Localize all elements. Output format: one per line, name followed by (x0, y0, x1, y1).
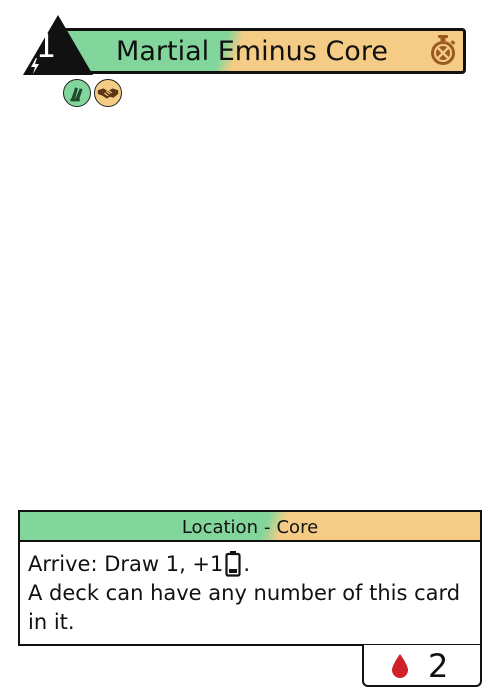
type-line: Location - Core (18, 510, 482, 542)
rules-arrive-text: Arrive: Draw 1, +1 (28, 552, 224, 576)
blood-cost-value: 2 (428, 647, 449, 685)
card-title: Martial Eminus Core (116, 35, 388, 67)
lightning-icon (31, 58, 39, 74)
card-title-bar: Martial Eminus Core (60, 28, 466, 74)
rules-line-1: Arrive: Draw 1, +1. (28, 550, 472, 579)
trait-badge-gloves (63, 79, 91, 107)
trait-badge-handshake (94, 79, 122, 107)
rules-text-box: Arrive: Draw 1, +1. A deck can have any … (18, 540, 482, 646)
blood-cost-box: 2 (362, 645, 482, 687)
gloves-icon (70, 87, 83, 102)
card-subtype: Core (276, 516, 319, 538)
card-type: Location (181, 516, 258, 538)
handshake-icon (97, 88, 119, 99)
rules-line-2: A deck can have any number of this card … (28, 581, 461, 634)
stopwatch-icon (431, 35, 456, 65)
blood-drop-icon (392, 654, 408, 678)
type-separator: - (263, 516, 271, 538)
battery-icon (225, 551, 241, 577)
rules-arrive-suffix: . (243, 552, 251, 576)
